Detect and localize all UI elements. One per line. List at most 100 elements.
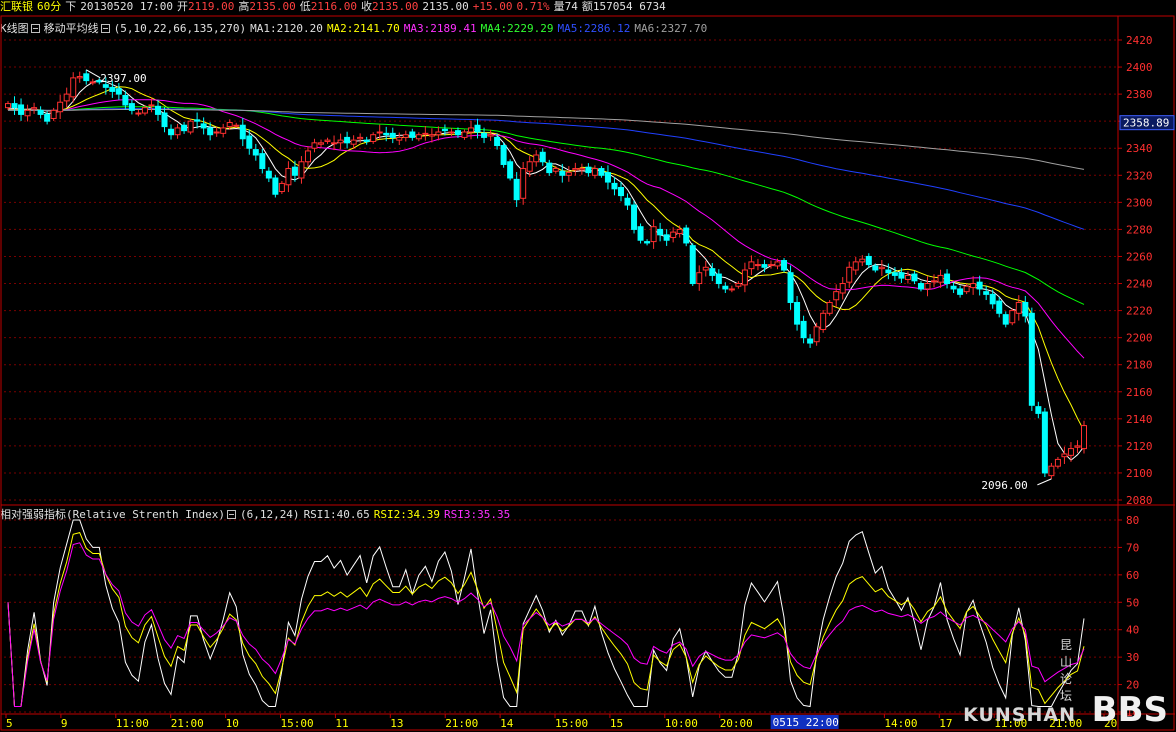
candle-up bbox=[487, 134, 494, 137]
candle-down bbox=[122, 94, 129, 106]
candle-up bbox=[1061, 453, 1068, 458]
candle-down bbox=[37, 109, 44, 115]
candle-up bbox=[728, 288, 735, 291]
candle-up bbox=[813, 326, 820, 343]
candle-up bbox=[846, 266, 853, 283]
candle-up bbox=[565, 172, 572, 176]
candle-up bbox=[820, 312, 827, 331]
candle-down bbox=[663, 234, 670, 241]
time-tick-label: 14:00 bbox=[884, 717, 917, 730]
candle-down bbox=[794, 301, 801, 325]
candle-up bbox=[76, 76, 83, 79]
candle-down bbox=[252, 149, 259, 156]
candle-up bbox=[233, 124, 240, 127]
candle-down bbox=[689, 245, 696, 285]
rsi2-line bbox=[7, 532, 1085, 707]
candle-up bbox=[350, 139, 357, 145]
candle-up bbox=[226, 122, 233, 128]
candle-up bbox=[148, 104, 155, 107]
kline-chart[interactable]: 2420240023802360234023202300228022602240… bbox=[0, 0, 1176, 732]
candle-down bbox=[781, 260, 788, 271]
candle-down bbox=[1022, 301, 1029, 317]
candle-down bbox=[1041, 411, 1048, 474]
candle-up bbox=[5, 103, 11, 109]
candle-down bbox=[18, 104, 25, 115]
price-tick-label: 2080 bbox=[1126, 494, 1153, 507]
price-tick-label: 2220 bbox=[1126, 305, 1153, 318]
candle-down bbox=[950, 285, 957, 290]
candle-up bbox=[1009, 310, 1016, 324]
candle-up bbox=[304, 150, 311, 163]
candle-down bbox=[709, 268, 716, 276]
candle-up bbox=[696, 272, 703, 285]
candle-up bbox=[1048, 465, 1055, 477]
candle-up bbox=[839, 283, 846, 294]
candle-up bbox=[924, 283, 931, 290]
candle-down bbox=[200, 123, 207, 129]
candle-up bbox=[533, 154, 540, 163]
candle-down bbox=[1028, 312, 1035, 406]
candle-down bbox=[559, 170, 566, 176]
candle-up bbox=[1015, 301, 1022, 314]
moving-average-lines bbox=[7, 79, 1085, 461]
candle-up bbox=[748, 261, 755, 270]
grid-lines bbox=[4, 39, 1118, 713]
candle-down bbox=[585, 166, 592, 174]
candle-up bbox=[298, 161, 305, 179]
candle-down bbox=[807, 338, 814, 344]
candle-up bbox=[970, 283, 977, 289]
candle-up bbox=[337, 139, 344, 144]
candle-down bbox=[44, 113, 51, 122]
ma1-line bbox=[7, 79, 1085, 461]
ma6-line bbox=[8, 109, 1085, 170]
candle-down bbox=[363, 139, 370, 142]
rsi-tick-label: 50 bbox=[1126, 596, 1139, 609]
candle-down bbox=[1002, 314, 1009, 325]
current-price-label: 2358.89 bbox=[1123, 117, 1169, 130]
rsi-tick-label: 80 bbox=[1126, 514, 1139, 527]
time-tick-label: 20:00 bbox=[720, 717, 753, 730]
price-axis: 2420240023802360234023202300228022602240… bbox=[1118, 34, 1175, 507]
candle-up bbox=[415, 134, 422, 140]
rsi-tick-label: 60 bbox=[1126, 569, 1139, 582]
candle-down bbox=[598, 168, 605, 176]
candle-up bbox=[141, 107, 148, 114]
candle-down bbox=[109, 86, 116, 92]
candle-up bbox=[578, 168, 585, 171]
candle-up bbox=[767, 264, 774, 267]
candle-down bbox=[865, 255, 872, 266]
candle-down bbox=[917, 283, 924, 290]
candle-down bbox=[500, 145, 507, 165]
candle-down bbox=[11, 103, 18, 109]
candle-up bbox=[461, 131, 468, 138]
watermark-bbs: BBS bbox=[1091, 690, 1168, 730]
candle-down bbox=[898, 272, 905, 279]
price-annotations: 2397.00 2096.00 bbox=[86, 69, 1052, 492]
candle-up bbox=[331, 142, 338, 145]
candle-down bbox=[259, 153, 266, 170]
candle-down bbox=[494, 136, 501, 147]
candle-down bbox=[128, 103, 135, 111]
price-tick-label: 2240 bbox=[1126, 278, 1153, 291]
candle-up bbox=[552, 168, 559, 172]
candle-up bbox=[57, 101, 64, 113]
candle-down bbox=[976, 281, 983, 290]
rsi-axis: 8070605040302010 bbox=[1118, 514, 1139, 719]
candle-down bbox=[246, 135, 253, 149]
candle-up bbox=[370, 134, 377, 142]
time-axis: 5 9 11:00 21:00 10 15:00 11 13 21:00 14 15:00 15 10:… bbox=[5, 714, 1117, 730]
time-tick-label: 11:00 bbox=[116, 717, 149, 730]
candle-down bbox=[265, 170, 272, 179]
rsi-tick-label: 40 bbox=[1126, 624, 1139, 637]
candle-up bbox=[468, 127, 475, 133]
candle-down bbox=[344, 136, 351, 144]
candle-up bbox=[1067, 448, 1074, 456]
candle-down bbox=[624, 197, 631, 206]
candle-down bbox=[611, 182, 618, 190]
candle-up bbox=[572, 168, 579, 171]
candle-up bbox=[396, 136, 403, 141]
candle-up bbox=[520, 168, 527, 199]
candle-down bbox=[657, 228, 664, 236]
candle-up bbox=[878, 266, 885, 270]
time-highlight-label: 0515 22:00 bbox=[773, 716, 839, 729]
